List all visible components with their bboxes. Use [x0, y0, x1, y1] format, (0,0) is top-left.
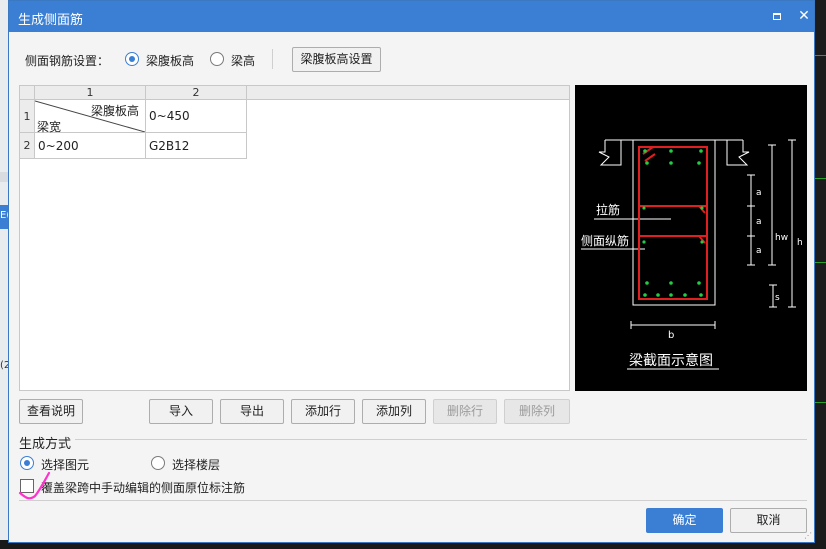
radio-select-element[interactable]	[20, 456, 34, 470]
corner-label-web-height: 梁腹板高	[91, 104, 140, 118]
rebar-grid[interactable]: 1 2 1 2 梁腹板高 梁宽 0~450 0~200 G2B12	[19, 85, 570, 391]
dialog-title: 生成侧面筋	[18, 13, 84, 28]
radio-select-floor[interactable]	[151, 456, 165, 470]
background-line	[815, 262, 826, 263]
maximize-icon	[773, 13, 781, 20]
side-rebar-settings-label: 侧面钢筋设置：	[25, 54, 110, 68]
grid-cell[interactable]: G2B12	[146, 133, 247, 159]
section-divider	[75, 439, 807, 440]
maximize-button[interactable]	[768, 7, 786, 25]
grid-column-header[interactable]: 1	[35, 86, 146, 100]
export-button[interactable]: 导出	[220, 399, 284, 424]
add-row-button[interactable]: 添加行	[291, 399, 355, 424]
dim-label-hw: hw	[775, 233, 788, 243]
annotation-checkmark-drawing	[18, 471, 51, 500]
resize-grip-icon[interactable]: ⋰	[804, 532, 812, 540]
background-line	[815, 55, 826, 56]
dim-label-a: a	[756, 188, 762, 198]
grid-corner-header	[20, 86, 35, 100]
web-height-setting-button[interactable]: 梁腹板高设置	[292, 47, 381, 72]
background-cad-canvas	[815, 0, 826, 549]
overwrite-annotation-label[interactable]: 覆盖梁跨中手动编辑的侧面原位标注筋	[41, 479, 245, 496]
label-tie-bar: 拉筋	[596, 202, 620, 217]
label-side-longitudinal-bar: 侧面纵筋	[581, 233, 629, 248]
delete-column-button[interactable]: 删除列	[504, 399, 570, 424]
radio-beam-height[interactable]	[210, 52, 224, 66]
divider	[272, 49, 273, 69]
background-line	[815, 402, 826, 403]
grid-diagonal-header-cell: 梁腹板高 梁宽	[35, 100, 146, 134]
import-button[interactable]: 导入	[149, 399, 213, 424]
generate-side-rebar-dialog: 生成侧面筋 ✕ 侧面钢筋设置： 梁腹板高 梁高 梁腹板高设置 1 2 1 2 梁…	[8, 0, 815, 543]
diagram-caption: 梁截面示意图	[629, 352, 713, 369]
radio-web-height[interactable]	[125, 52, 139, 66]
generation-method-title: 生成方式	[19, 437, 72, 452]
beam-section-diagram: 拉筋 侧面纵筋 a a a hw h s b 梁截面示意图	[575, 85, 807, 391]
beam-section-svg: 拉筋 侧面纵筋 a a a hw h s b 梁截面示意图	[581, 139, 803, 370]
grid-header-filler	[247, 86, 569, 100]
background-line	[815, 178, 826, 179]
delete-row-button[interactable]: 删除行	[433, 399, 497, 424]
dim-label-s: s	[775, 293, 780, 303]
title-bar: 生成侧面筋 ✕	[9, 1, 814, 32]
radio-select-floor-label[interactable]: 选择楼层	[172, 456, 220, 473]
dim-label-a: a	[756, 217, 762, 227]
close-button[interactable]: ✕	[795, 7, 813, 25]
grid-row-header[interactable]: 2	[20, 133, 35, 159]
ok-button[interactable]: 确定	[646, 508, 723, 533]
add-column-button[interactable]: 添加列	[362, 399, 426, 424]
dim-label-h: h	[797, 238, 803, 248]
grid-cell[interactable]: 0~450	[146, 100, 247, 133]
radio-beam-height-label[interactable]: 梁高	[231, 52, 255, 69]
grid-cell[interactable]: 0~200	[35, 133, 146, 159]
radio-web-height-label[interactable]: 梁腹板高	[146, 52, 194, 69]
grid-column-header[interactable]: 2	[146, 86, 247, 100]
dim-label-b: b	[668, 330, 674, 341]
cancel-button[interactable]: 取消	[730, 508, 807, 533]
dim-label-a: a	[756, 246, 762, 256]
grid-row-header[interactable]: 1	[20, 100, 35, 133]
footer-divider	[19, 500, 807, 501]
view-help-button[interactable]: 查看说明	[19, 399, 83, 424]
